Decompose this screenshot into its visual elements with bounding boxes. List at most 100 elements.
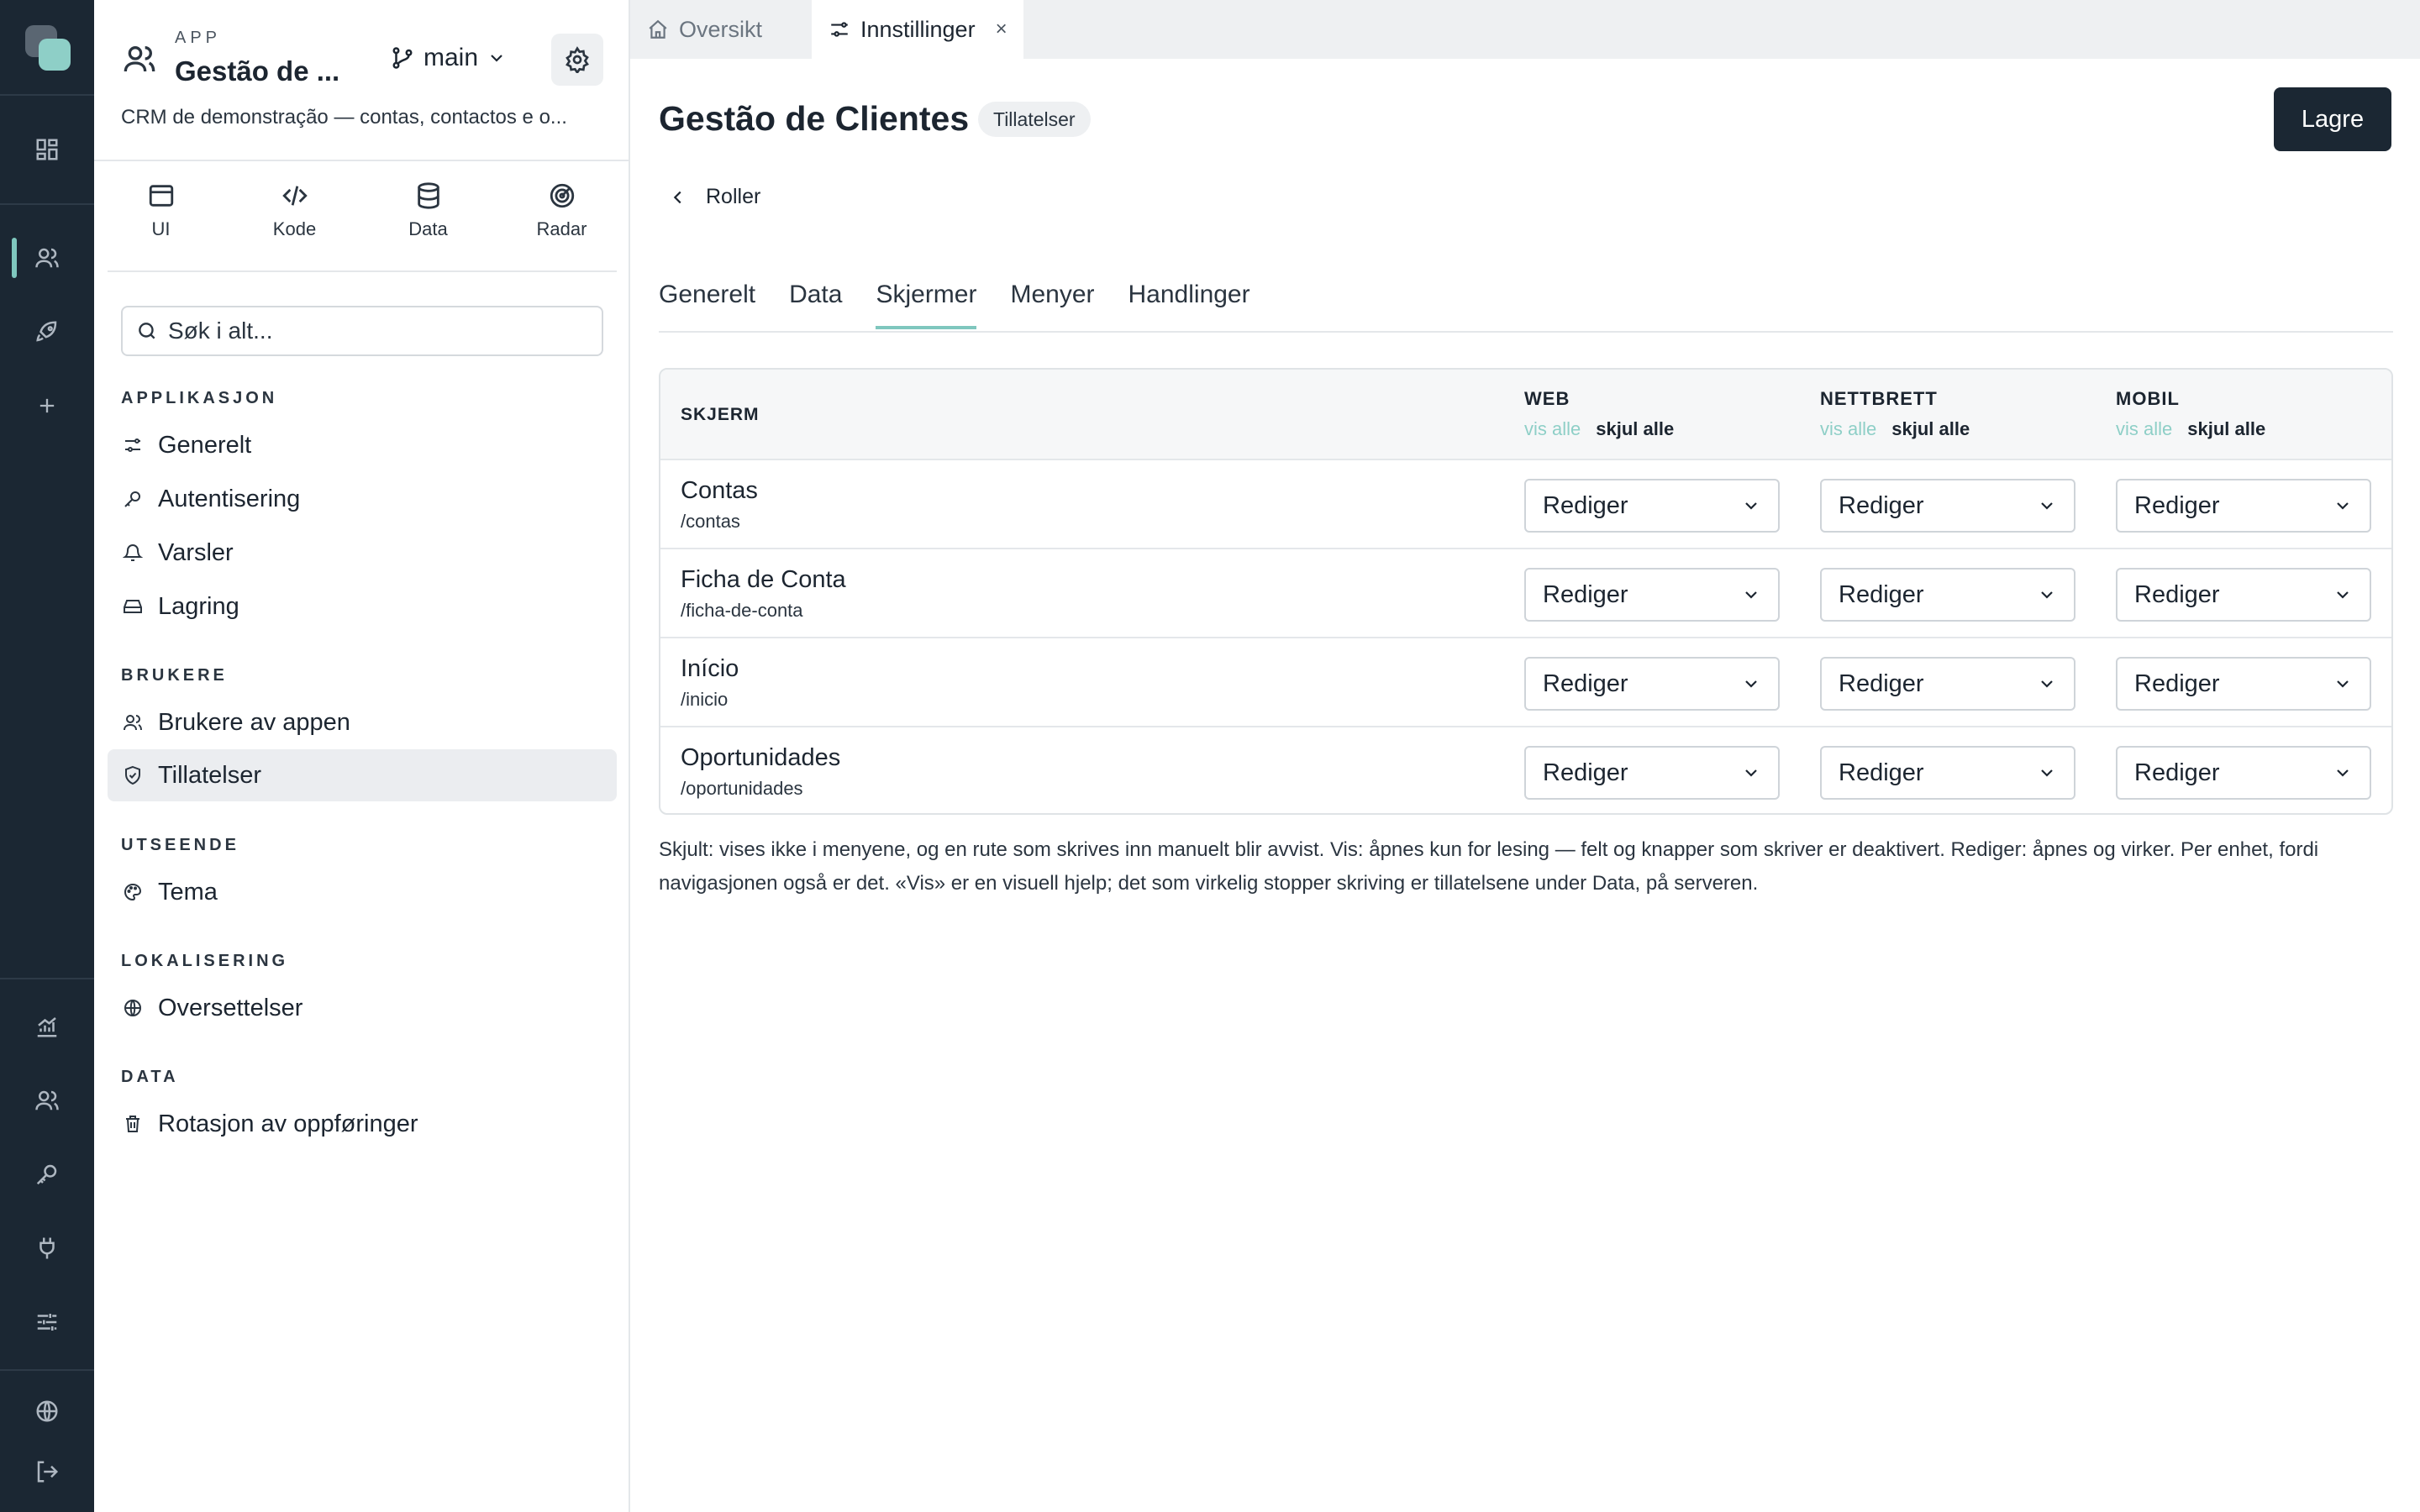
logout-icon[interactable] bbox=[0, 1445, 94, 1499]
sidebar-item-lagring[interactable]: Lagring bbox=[108, 580, 617, 633]
screen-path: /contas bbox=[681, 511, 740, 532]
sliders-icon[interactable] bbox=[0, 1295, 94, 1349]
select-value: Rediger bbox=[2134, 580, 2220, 608]
back-link-label: Roller bbox=[706, 185, 761, 208]
table-row: Ficha de Conta /ficha-de-conta Rediger R… bbox=[660, 549, 2391, 638]
tablet-access-select[interactable]: Rediger bbox=[1820, 568, 2075, 622]
app-name: Gestão de ... bbox=[175, 55, 340, 87]
chevron-down-icon bbox=[2333, 674, 2353, 694]
sidebar-item-autentisering[interactable]: Autentisering bbox=[108, 473, 617, 525]
tool-label: Kode bbox=[272, 218, 317, 239]
tablet-access-select[interactable]: Rediger bbox=[1820, 657, 2075, 711]
section-title-brukere: BRUKERE bbox=[121, 666, 228, 685]
sidebar-item-label: Generelt bbox=[158, 431, 252, 459]
chevron-down-icon bbox=[1741, 763, 1761, 783]
sidebar-item-oversettelser[interactable]: Oversettelser bbox=[108, 982, 617, 1034]
sidebar-item-rotasjon[interactable]: Rotasjon av oppføringer bbox=[108, 1098, 617, 1150]
app-settings-button[interactable] bbox=[551, 34, 603, 86]
select-value: Rediger bbox=[1839, 759, 1924, 786]
save-button[interactable]: Lagre bbox=[2274, 87, 2391, 151]
bell-icon bbox=[121, 543, 145, 563]
globe-icon bbox=[121, 998, 145, 1018]
search-box[interactable] bbox=[121, 306, 603, 356]
team-icon[interactable] bbox=[0, 1074, 94, 1127]
icon-rail bbox=[0, 0, 94, 1512]
close-icon[interactable]: × bbox=[996, 18, 1007, 41]
dashboard-icon[interactable] bbox=[0, 123, 94, 176]
rail-divider bbox=[0, 978, 94, 979]
screen-path: /oportunidades bbox=[681, 778, 803, 799]
tab-innstillinger[interactable]: Innstillinger × bbox=[812, 0, 1023, 59]
sidebar-divider bbox=[94, 160, 629, 161]
sidebar-item-label: Tillatelser bbox=[158, 761, 262, 789]
column-header-screen: SKJERM bbox=[681, 405, 760, 424]
rail-divider bbox=[0, 1369, 94, 1371]
hide-all-link[interactable]: skjul alle bbox=[2187, 418, 2265, 440]
web-access-select[interactable]: Rediger bbox=[1524, 657, 1780, 711]
chevron-down-icon bbox=[2333, 585, 2353, 605]
tool-radar[interactable]: Radar bbox=[495, 181, 629, 240]
plug-icon[interactable] bbox=[0, 1221, 94, 1275]
branch-selector[interactable]: main bbox=[390, 44, 507, 72]
column-label: MOBIL bbox=[2116, 388, 2180, 409]
search-input[interactable] bbox=[168, 318, 588, 344]
select-value: Rediger bbox=[1839, 491, 1924, 519]
hide-all-link[interactable]: skjul alle bbox=[1891, 418, 1970, 440]
tab-handlinger[interactable]: Handlinger bbox=[1128, 281, 1250, 328]
show-all-link[interactable]: vis alle bbox=[1524, 418, 1581, 440]
show-all-link[interactable]: vis alle bbox=[2116, 418, 2172, 440]
app-description: CRM de demonstração — contas, contactos … bbox=[121, 106, 567, 129]
tab-skjermer[interactable]: Skjermer bbox=[876, 281, 977, 329]
section-title-applikasjon: APPLIKASJON bbox=[121, 389, 278, 407]
back-link[interactable]: Roller bbox=[669, 185, 760, 209]
tablet-access-select[interactable]: Rediger bbox=[1820, 746, 2075, 800]
web-access-select[interactable]: Rediger bbox=[1524, 746, 1780, 800]
section-title-lokalisering: LOKALISERING bbox=[121, 952, 289, 970]
web-access-select[interactable]: Rediger bbox=[1524, 479, 1780, 533]
users-icon bbox=[121, 712, 145, 732]
tab-data[interactable]: Data bbox=[789, 281, 842, 328]
analytics-icon[interactable] bbox=[0, 1000, 94, 1053]
sidebar-divider bbox=[108, 270, 617, 272]
globe-icon[interactable] bbox=[0, 1384, 94, 1438]
sidebar-item-tillatelser[interactable]: Tillatelser bbox=[108, 749, 617, 801]
chevron-down-icon bbox=[2037, 763, 2057, 783]
column-label: WEB bbox=[1524, 388, 1570, 409]
tab-generelt[interactable]: Generelt bbox=[659, 281, 755, 328]
sidebar-item-label: Oversettelser bbox=[158, 994, 303, 1021]
chevron-down-icon bbox=[2333, 496, 2353, 516]
web-access-select[interactable]: Rediger bbox=[1524, 568, 1780, 622]
column-header-web: WEB vis alle skjul alle bbox=[1524, 388, 1674, 440]
sidebar-item-brukere-av-appen[interactable]: Brukere av appen bbox=[108, 696, 617, 748]
tool-kode[interactable]: Kode bbox=[228, 181, 361, 240]
sidebar-item-label: Rotasjon av oppføringer bbox=[158, 1110, 418, 1137]
sidebar-item-generelt[interactable]: Generelt bbox=[108, 419, 617, 471]
app-logo[interactable] bbox=[25, 25, 71, 71]
chevron-down-icon bbox=[2333, 763, 2353, 783]
section-title-utseende: UTSEENDE bbox=[121, 836, 239, 854]
screen-name: Oportunidades bbox=[681, 744, 841, 771]
tool-ui[interactable]: UI bbox=[94, 181, 228, 240]
mobile-access-select[interactable]: Rediger bbox=[2116, 657, 2371, 711]
tool-data[interactable]: Data bbox=[361, 181, 495, 240]
tool-label: Radar bbox=[536, 218, 587, 239]
select-value: Rediger bbox=[2134, 759, 2220, 786]
tab-menyer[interactable]: Menyer bbox=[1010, 281, 1094, 328]
palette-icon bbox=[121, 882, 145, 902]
mobile-access-select[interactable]: Rediger bbox=[2116, 568, 2371, 622]
show-all-link[interactable]: vis alle bbox=[1820, 418, 1876, 440]
plus-icon[interactable] bbox=[0, 379, 94, 433]
sidebar-item-tema[interactable]: Tema bbox=[108, 866, 617, 918]
tab-oversikt[interactable]: Oversikt bbox=[647, 0, 762, 59]
mobile-access-select[interactable]: Rediger bbox=[2116, 479, 2371, 533]
rocket-icon[interactable] bbox=[0, 305, 94, 359]
hide-all-link[interactable]: skjul alle bbox=[1596, 418, 1674, 440]
mobile-access-select[interactable]: Rediger bbox=[2116, 746, 2371, 800]
chevron-down-icon bbox=[1741, 585, 1761, 605]
users-icon[interactable] bbox=[0, 231, 94, 285]
sidebar-item-varsler[interactable]: Varsler bbox=[108, 527, 617, 579]
window-icon bbox=[147, 181, 176, 210]
tablet-access-select[interactable]: Rediger bbox=[1820, 479, 2075, 533]
key-icon[interactable] bbox=[0, 1147, 94, 1201]
tool-switcher: UI Kode Data Radar bbox=[94, 181, 629, 240]
